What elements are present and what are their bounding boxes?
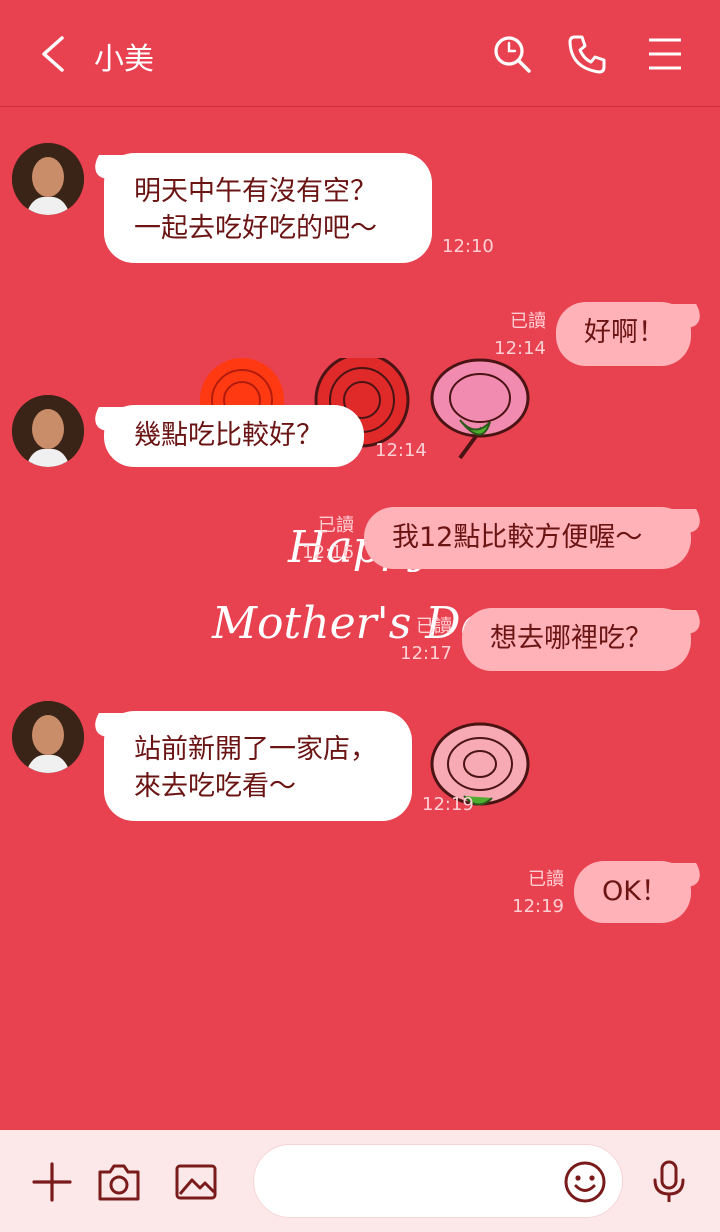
avatar[interactable] <box>12 143 84 215</box>
message-time: 12:14 <box>494 338 546 359</box>
message-time: 12:16 <box>302 542 354 563</box>
avatar[interactable] <box>12 701 84 773</box>
phone-icon[interactable] <box>565 32 609 76</box>
message-input-box[interactable] <box>253 1144 623 1218</box>
message-time: 12:19 <box>512 896 564 917</box>
message-input[interactable] <box>278 1163 558 1201</box>
image-icon[interactable] <box>172 1158 220 1206</box>
search-icon[interactable] <box>490 32 534 76</box>
read-receipt: 已讀 <box>510 311 546 332</box>
message-bubble[interactable]: 好啊！ <box>556 302 691 366</box>
message-bubble[interactable]: 站前新開了一家店， 來去吃吃看～ <box>104 711 412 821</box>
plus-icon[interactable] <box>28 1158 76 1206</box>
read-receipt: 已讀 <box>318 515 354 536</box>
message-time: 12:17 <box>400 643 452 664</box>
microphone-icon[interactable] <box>645 1158 693 1206</box>
message-bubble[interactable]: 幾點吃比較好？ <box>104 405 364 467</box>
message-bubble[interactable]: OK！ <box>574 861 691 923</box>
message-bubble[interactable]: 我12點比較方便喔～ <box>364 507 691 569</box>
camera-icon[interactable] <box>95 1158 143 1206</box>
message-time: 12:14 <box>375 440 427 461</box>
input-bar <box>0 1130 720 1232</box>
message-time: 12:10 <box>442 236 494 257</box>
emoji-icon[interactable] <box>562 1159 608 1205</box>
menu-icon[interactable] <box>643 32 687 76</box>
chat-header: 小美 <box>0 0 720 107</box>
read-receipt: 已讀 <box>416 616 452 637</box>
message-bubble[interactable]: 想去哪裡吃？ <box>462 608 691 671</box>
read-receipt: 已讀 <box>528 869 564 890</box>
back-arrow-icon[interactable] <box>34 32 74 76</box>
chat-title: 小美 <box>94 42 154 77</box>
message-time: 12:19 <box>422 794 474 815</box>
message-bubble[interactable]: 明天中午有沒有空？ 一起去吃好吃的吧～ <box>104 153 432 263</box>
avatar[interactable] <box>12 395 84 467</box>
